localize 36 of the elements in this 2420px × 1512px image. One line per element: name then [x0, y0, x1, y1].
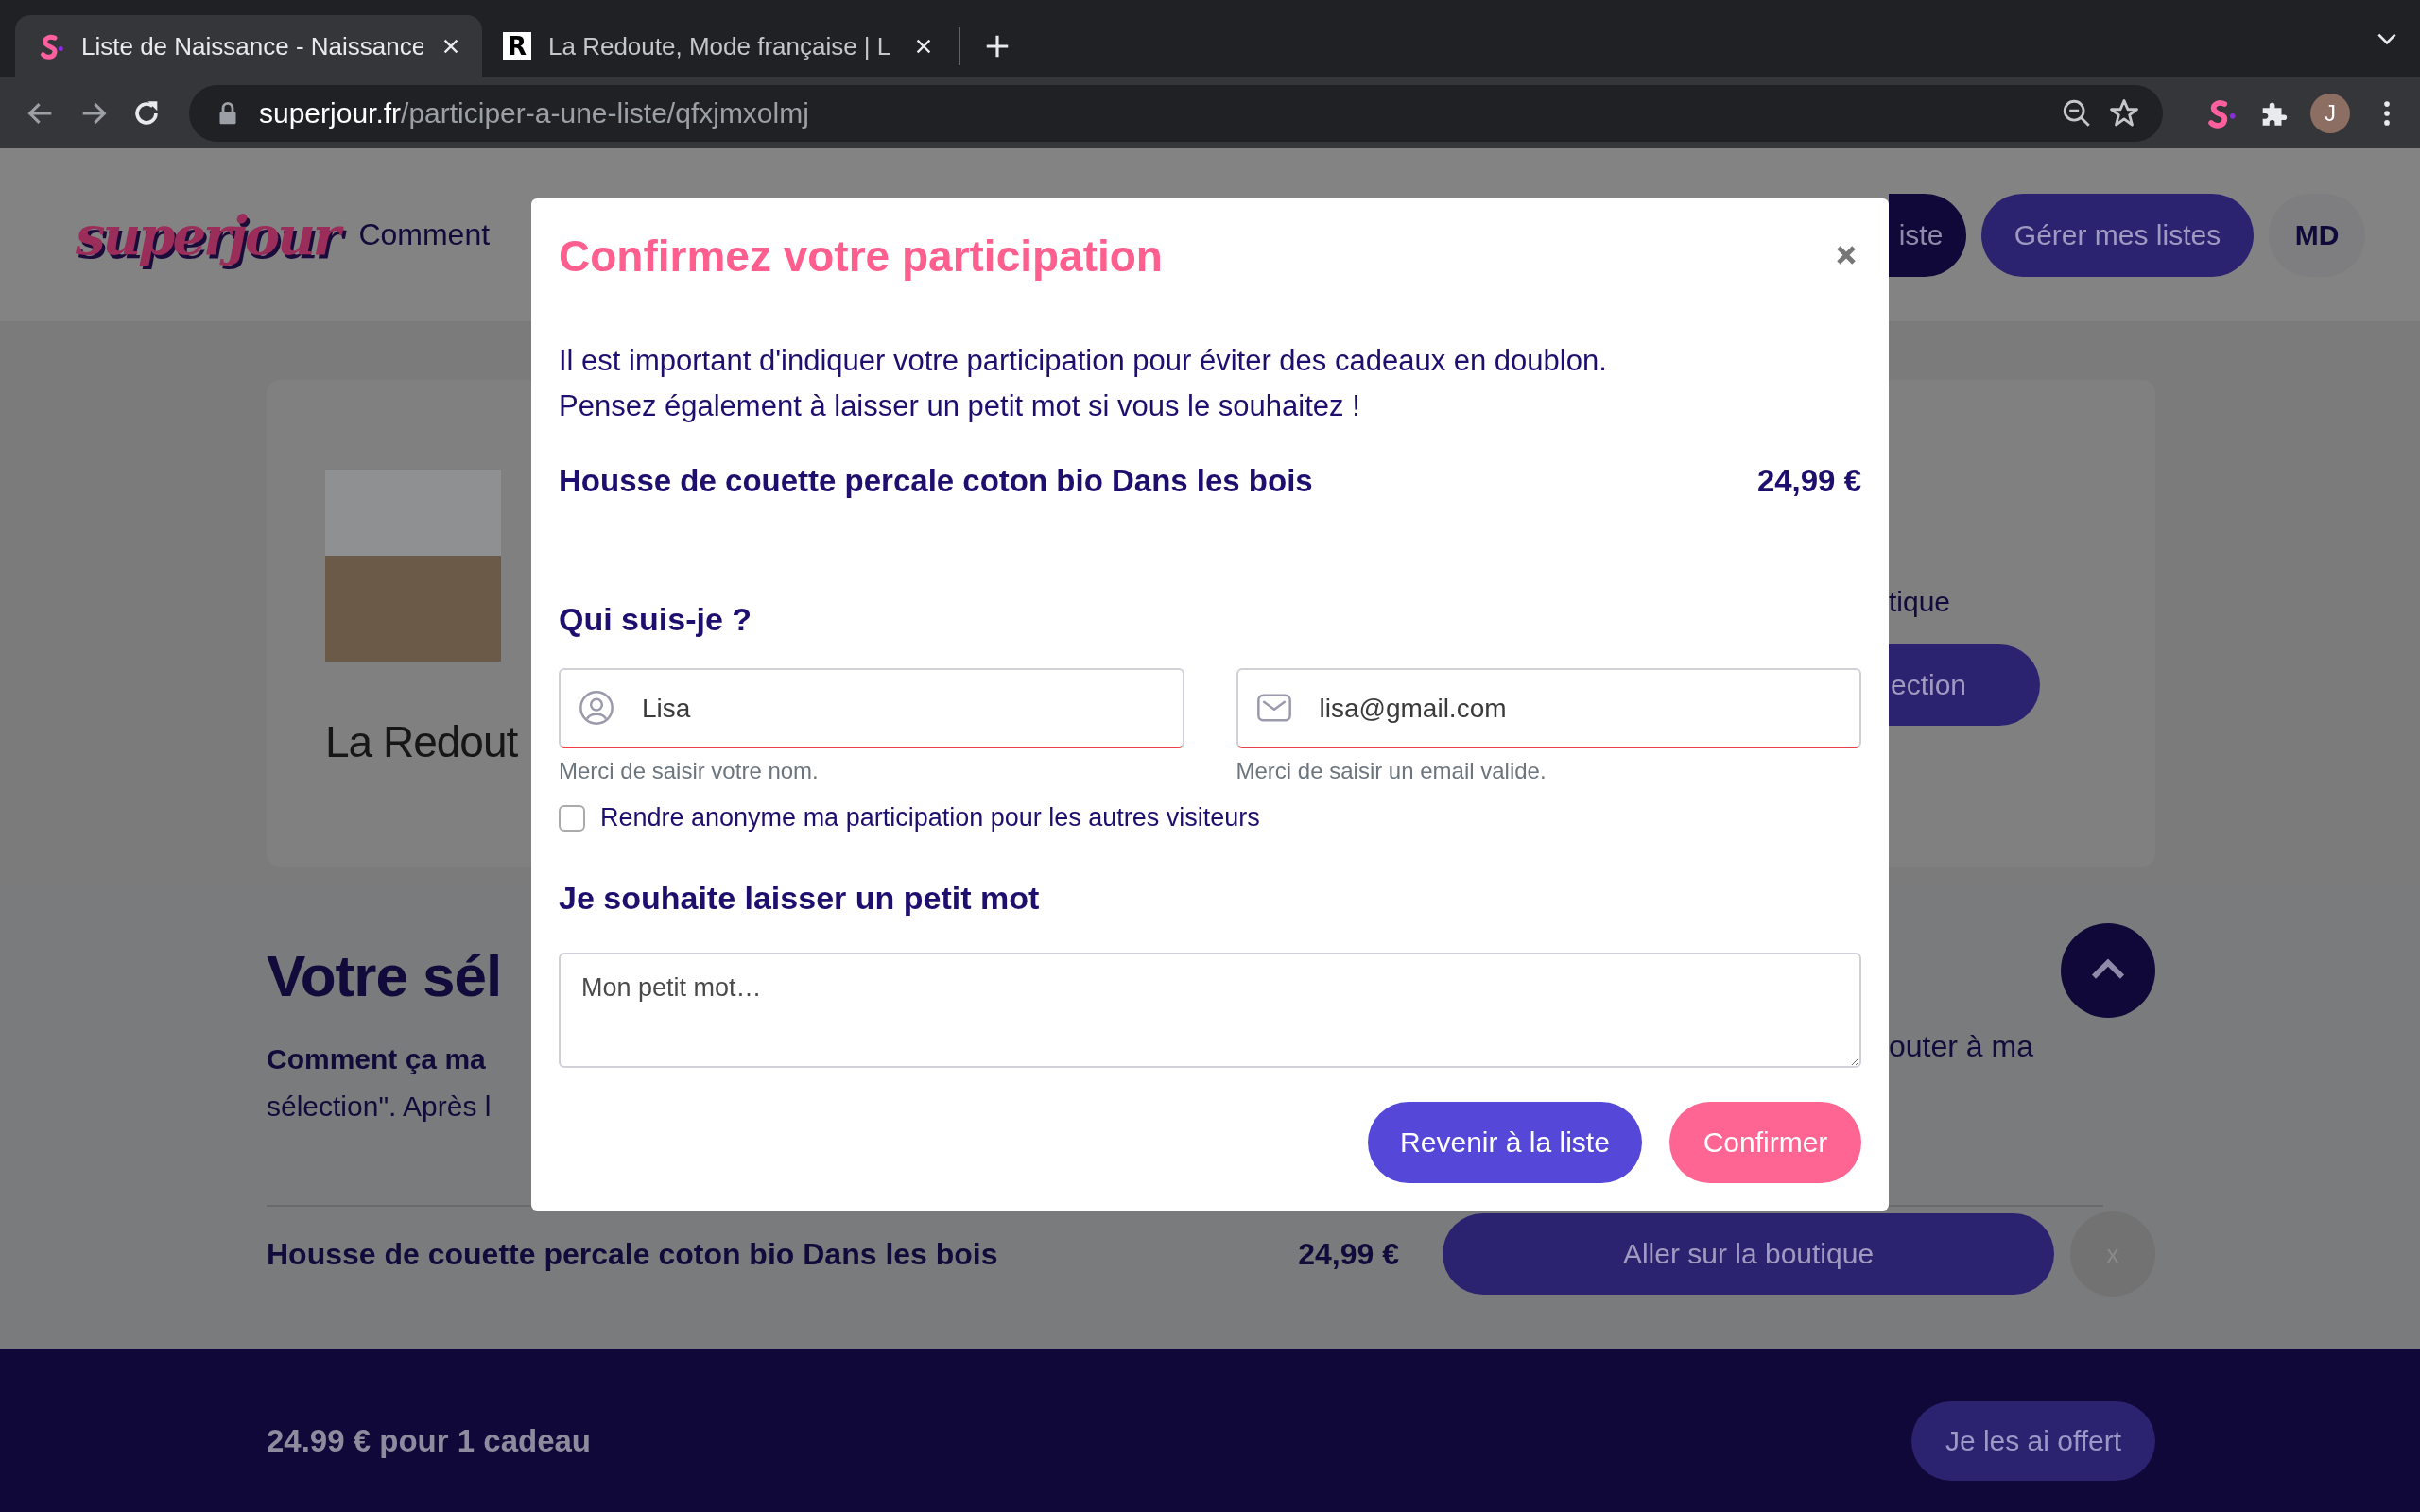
section-heading: Qui suis-je ?: [559, 601, 753, 638]
shop-button[interactable]: Aller sur la boutique: [1443, 1213, 2054, 1295]
brand-name: La Redout: [325, 716, 519, 767]
message-field[interactable]: Mon petit mot…: [559, 953, 1861, 1068]
shop-text: tique: [1889, 586, 1952, 618]
product-price: 24,99 €: [1298, 1236, 1399, 1272]
star-icon[interactable]: [2108, 96, 2140, 129]
intro-text: Comment ça ma: [267, 1042, 487, 1076]
modal-title: Confirmez votre participation: [559, 231, 1163, 282]
validation-hint: Merci de saisir un email valide.: [1236, 758, 1547, 784]
intro-paragraph: Il est important d'indiquer votre participation pour éviter des cadeaux en doublon. Pensez également à laisser un petit mot si vous le souhaitez !: [559, 343, 1608, 424]
gift-summary: 24.99 € pour 1 cadeau: [267, 1422, 591, 1459]
confirm-button[interactable]: Confirmer: [1669, 1102, 1861, 1183]
favicon-icon: R: [503, 32, 531, 60]
person-icon: [578, 689, 615, 727]
checkbox-label[interactable]: Rendre anonyme ma participation pour les autres visiteurs: [600, 803, 1260, 833]
section-heading: Je souhaite laisser un petit mot: [559, 880, 1041, 917]
intro-text: outer à ma: [1889, 1029, 2034, 1064]
product-price: 24,99 €: [1756, 463, 1861, 499]
product-name: Housse de couette percale coton bio Dans les bois: [559, 463, 1313, 499]
browser-tab[interactable]: R La Redoute, Mode française | L: [482, 15, 955, 77]
intro-text: sélection". Après l: [267, 1090, 493, 1124]
name-field[interactable]: Lisa: [559, 668, 1184, 748]
email-field[interactable]: lisa@gmail.com: [1236, 668, 1861, 748]
selection-button[interactable]: ection: [1889, 644, 2040, 726]
offered-button[interactable]: Je les ai offert: [1911, 1400, 2155, 1481]
section-heading: Votre sél: [267, 942, 503, 1009]
profile-avatar[interactable]: J: [2310, 93, 2350, 133]
header-button[interactable]: Gérer mes listes: [1981, 193, 2254, 277]
product-name: Housse de couette percale coton bio Dans les bois: [267, 1236, 999, 1272]
user-avatar[interactable]: MD: [2269, 193, 2365, 277]
checkbox[interactable]: [559, 804, 585, 832]
back-button[interactable]: Revenir à la liste: [1368, 1102, 1642, 1183]
nav-link[interactable]: Comment: [358, 217, 491, 252]
validation-hint: Merci de saisir votre nom.: [559, 758, 820, 784]
header-button[interactable]: iste: [1889, 193, 1966, 277]
